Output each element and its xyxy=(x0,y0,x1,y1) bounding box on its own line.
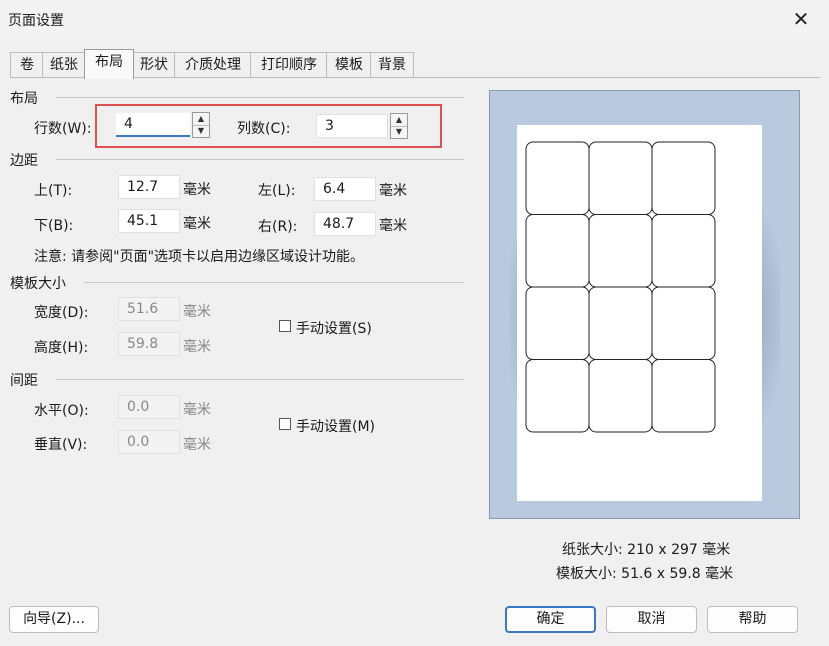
template-size-divider xyxy=(84,282,464,283)
label-cell xyxy=(525,286,590,360)
right-margin-unit: 毫米 xyxy=(379,218,407,234)
height-unit: 毫米 xyxy=(183,339,211,355)
tab-print-order[interactable]: 打印顺序 xyxy=(250,52,328,78)
top-margin-unit: 毫米 xyxy=(183,182,211,198)
manual-spacing-checkbox[interactable] xyxy=(279,418,291,430)
margins-divider xyxy=(56,159,464,160)
title-bar: 页面设置 ✕ xyxy=(0,0,829,40)
label-cell xyxy=(651,286,716,360)
rows-input[interactable]: 4 xyxy=(116,113,190,137)
rows-label: 行数(W): xyxy=(34,121,92,137)
tab-shape[interactable]: 形状 xyxy=(132,52,176,78)
label-grid xyxy=(525,141,716,433)
tab-template[interactable]: 模板 xyxy=(326,52,372,78)
horizontal-unit: 毫米 xyxy=(183,402,211,418)
label-cell xyxy=(651,214,716,288)
left-margin-unit: 毫米 xyxy=(379,183,407,199)
cancel-button[interactable]: 取消 xyxy=(606,606,697,633)
horizontal-label: 水平(O): xyxy=(34,403,89,419)
spin-down-icon[interactable]: ▼ xyxy=(391,126,407,138)
label-cell xyxy=(588,214,653,288)
right-margin-input[interactable]: 48.7 xyxy=(314,212,376,236)
layout-heading: 布局 xyxy=(10,91,38,107)
template-size-heading: 模板大小 xyxy=(10,276,66,292)
width-unit: 毫米 xyxy=(183,304,211,320)
vertical-unit: 毫米 xyxy=(183,437,211,453)
vertical-input[interactable]: 0.0 xyxy=(118,430,180,454)
bottom-margin-label: 下(B): xyxy=(34,218,74,234)
tab-layout[interactable]: 布局 xyxy=(84,49,134,79)
ok-button[interactable]: 确定 xyxy=(505,606,596,633)
close-icon[interactable]: ✕ xyxy=(788,6,814,32)
tab-background[interactable]: 背景 xyxy=(370,52,414,78)
wizard-button[interactable]: 向导(Z)... xyxy=(9,606,99,633)
layout-preview xyxy=(489,90,800,519)
manual-spacing-label[interactable]: 手动设置(M) xyxy=(296,416,375,436)
cols-label: 列数(C): xyxy=(237,121,291,137)
window-title: 页面设置 xyxy=(8,13,64,29)
left-margin-input[interactable]: 6.4 xyxy=(314,177,376,201)
horizontal-input[interactable]: 0.0 xyxy=(118,395,180,419)
spin-down-icon[interactable]: ▼ xyxy=(193,125,209,137)
right-margin-label: 右(R): xyxy=(258,219,298,235)
label-cell xyxy=(588,286,653,360)
height-label: 高度(H): xyxy=(34,340,89,356)
manual-size-checkbox[interactable] xyxy=(279,320,291,332)
margins-heading: 边距 xyxy=(10,153,38,169)
manual-size-label[interactable]: 手动设置(S) xyxy=(296,318,372,338)
height-input[interactable]: 59.8 xyxy=(118,332,180,356)
tab-media-handling[interactable]: 介质处理 xyxy=(174,52,252,78)
tab-roll[interactable]: 卷 xyxy=(10,52,44,78)
layout-divider xyxy=(56,97,464,98)
bottom-margin-input[interactable]: 45.1 xyxy=(118,209,180,233)
width-input[interactable]: 51.6 xyxy=(118,297,180,321)
label-cell xyxy=(525,141,590,215)
label-cell xyxy=(525,214,590,288)
help-button[interactable]: 帮助 xyxy=(707,606,798,633)
template-size-text: 模板大小: 51.6 x 59.8 毫米 xyxy=(556,566,734,582)
cols-input[interactable]: 3 xyxy=(316,114,388,138)
width-label: 宽度(D): xyxy=(34,305,89,321)
left-margin-label: 左(L): xyxy=(258,183,296,199)
tab-paper[interactable]: 纸张 xyxy=(42,52,86,78)
top-margin-input[interactable]: 12.7 xyxy=(118,175,180,199)
label-cell xyxy=(588,359,653,433)
top-margin-label: 上(T): xyxy=(34,183,73,199)
margins-note: 注意: 请参阅"页面"选项卡以启用边缘区域设计功能。 xyxy=(34,249,365,265)
label-cell xyxy=(525,359,590,433)
label-cell xyxy=(588,141,653,215)
spacing-divider xyxy=(56,379,464,380)
label-cell xyxy=(651,359,716,433)
vertical-label: 垂直(V): xyxy=(34,437,88,453)
label-cell xyxy=(651,141,716,215)
rows-spinner[interactable]: ▲ ▼ xyxy=(192,112,210,138)
paper-size-text: 纸张大小: 210 x 297 毫米 xyxy=(562,542,731,558)
spacing-heading: 间距 xyxy=(10,373,38,389)
preview-paper xyxy=(517,125,762,501)
bottom-margin-unit: 毫米 xyxy=(183,216,211,232)
cols-spinner[interactable]: ▲ ▼ xyxy=(390,113,408,139)
